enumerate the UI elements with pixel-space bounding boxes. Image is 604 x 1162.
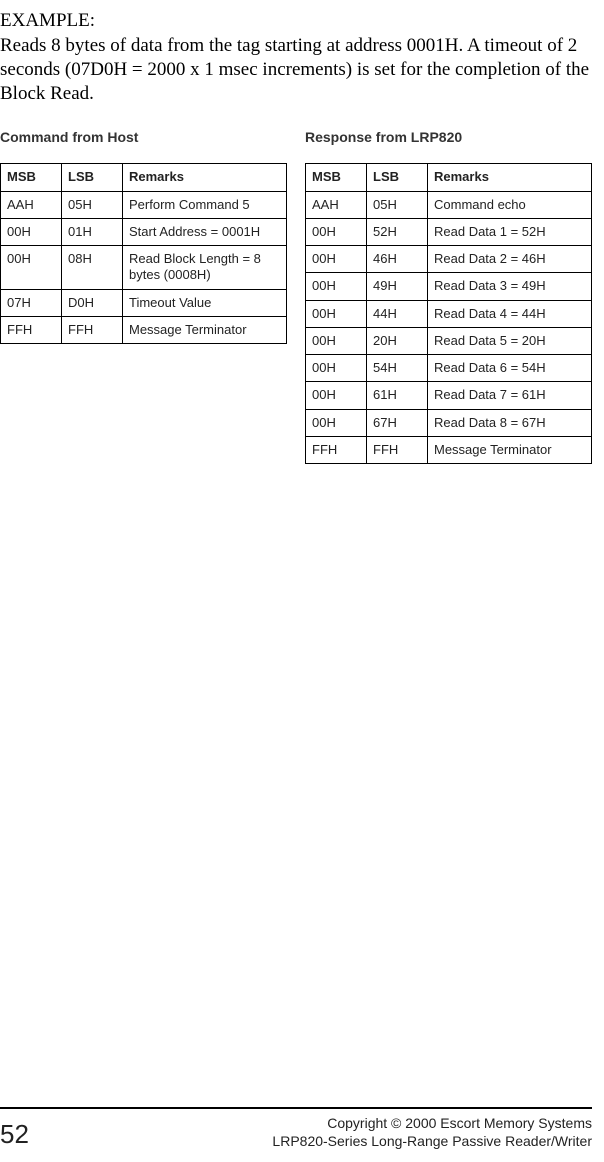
cell-lsb: 05H (367, 191, 428, 218)
table-row: 00H 54H Read Data 6 = 54H (306, 355, 592, 382)
response-table: MSB LSB Remarks AAH 05H Command echo 00H… (305, 163, 592, 464)
cell-remarks: Read Data 5 = 20H (428, 327, 592, 354)
table-row: FFH FFH Message Terminator (1, 316, 287, 343)
product-line: LRP820-Series Long-Range Passive Reader/… (272, 1133, 592, 1151)
cell-msb: 00H (306, 273, 367, 300)
cell-msb: 07H (1, 289, 62, 316)
table-row: 00H 67H Read Data 8 = 67H (306, 409, 592, 436)
table-row: AAH 05H Command echo (306, 191, 592, 218)
table-row: 00H 01H Start Address = 0001H (1, 218, 287, 245)
cell-msb: AAH (1, 191, 62, 218)
cell-remarks: Read Data 7 = 61H (428, 382, 592, 409)
table-header: Remarks (123, 164, 287, 191)
cell-msb: 00H (306, 409, 367, 436)
table-row: 00H 52H Read Data 1 = 52H (306, 218, 592, 245)
table-row: 00H 49H Read Data 3 = 49H (306, 273, 592, 300)
cell-lsb: 46H (367, 246, 428, 273)
table-row: 00H 46H Read Data 2 = 46H (306, 246, 592, 273)
cell-remarks: Read Data 3 = 49H (428, 273, 592, 300)
cell-remarks: Message Terminator (123, 316, 287, 343)
table-header: LSB (62, 164, 123, 191)
command-from-host-title: Command from Host (0, 129, 287, 145)
cell-msb: 00H (306, 300, 367, 327)
page-number: 52 (0, 1119, 29, 1150)
cell-remarks: Read Block Length = 8 bytes (0008H) (123, 246, 287, 290)
cell-lsb: 61H (367, 382, 428, 409)
cell-lsb: 54H (367, 355, 428, 382)
table-row: 00H 08H Read Block Length = 8 bytes (000… (1, 246, 287, 290)
cell-lsb: 44H (367, 300, 428, 327)
cell-remarks: Start Address = 0001H (123, 218, 287, 245)
cell-msb: AAH (306, 191, 367, 218)
table-row: 00H 44H Read Data 4 = 44H (306, 300, 592, 327)
cell-msb: 00H (306, 218, 367, 245)
table-header: LSB (367, 164, 428, 191)
example-label: EXAMPLE: (0, 10, 592, 32)
cell-msb: 00H (1, 246, 62, 290)
table-header: MSB (1, 164, 62, 191)
cell-lsb: FFH (62, 316, 123, 343)
cell-remarks: Timeout Value (123, 289, 287, 316)
page-footer: 52 Copyright © 2000 Escort Memory System… (0, 1107, 592, 1150)
command-table: MSB LSB Remarks AAH 05H Perform Command … (0, 163, 287, 344)
table-row: 07H D0H Timeout Value (1, 289, 287, 316)
cell-lsb: 52H (367, 218, 428, 245)
table-header: MSB (306, 164, 367, 191)
cell-lsb: 49H (367, 273, 428, 300)
cell-remarks: Read Data 8 = 67H (428, 409, 592, 436)
cell-msb: FFH (306, 436, 367, 463)
cell-msb: 00H (306, 246, 367, 273)
example-body: Reads 8 bytes of data from the tag start… (0, 34, 590, 105)
cell-msb: 00H (1, 218, 62, 245)
table-header: Remarks (428, 164, 592, 191)
table-row: 00H 61H Read Data 7 = 61H (306, 382, 592, 409)
table-row: FFH FFH Message Terminator (306, 436, 592, 463)
copyright-line: Copyright © 2000 Escort Memory Systems (272, 1115, 592, 1133)
cell-remarks: Read Data 4 = 44H (428, 300, 592, 327)
response-from-lrp820-title: Response from LRP820 (305, 129, 592, 145)
cell-msb: 00H (306, 355, 367, 382)
table-row: 00H 20H Read Data 5 = 20H (306, 327, 592, 354)
cell-msb: 00H (306, 327, 367, 354)
cell-remarks: Command echo (428, 191, 592, 218)
cell-remarks: Perform Command 5 (123, 191, 287, 218)
cell-lsb: FFH (367, 436, 428, 463)
cell-remarks: Read Data 6 = 54H (428, 355, 592, 382)
cell-lsb: 20H (367, 327, 428, 354)
cell-lsb: 01H (62, 218, 123, 245)
cell-remarks: Read Data 2 = 46H (428, 246, 592, 273)
cell-remarks: Read Data 1 = 52H (428, 218, 592, 245)
table-row: AAH 05H Perform Command 5 (1, 191, 287, 218)
cell-lsb: 67H (367, 409, 428, 436)
cell-msb: 00H (306, 382, 367, 409)
cell-lsb: D0H (62, 289, 123, 316)
cell-remarks: Message Terminator (428, 436, 592, 463)
cell-lsb: 08H (62, 246, 123, 290)
cell-msb: FFH (1, 316, 62, 343)
cell-lsb: 05H (62, 191, 123, 218)
